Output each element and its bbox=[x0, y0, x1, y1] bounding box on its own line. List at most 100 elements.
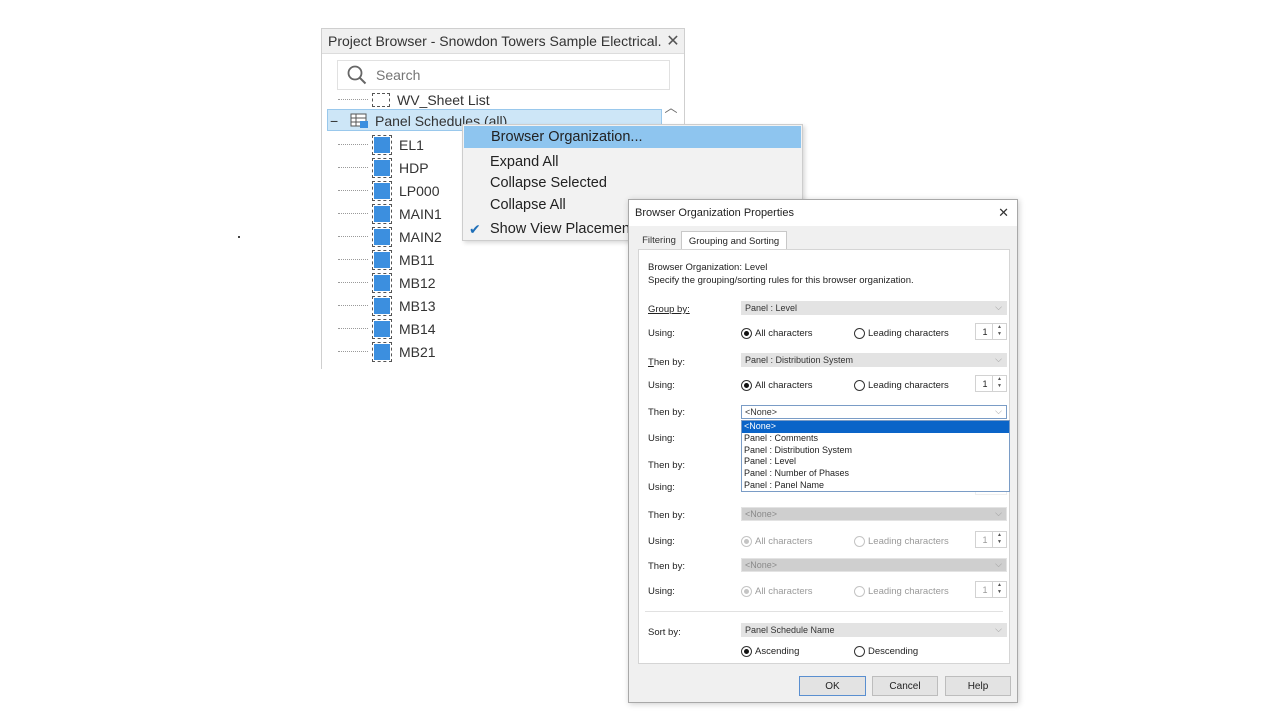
tab-grouping-and-sorting[interactable]: Grouping and Sorting bbox=[681, 231, 787, 250]
dropdown-option[interactable]: <None> bbox=[742, 421, 1009, 433]
tree-item-label: MB13 bbox=[399, 298, 436, 314]
tree-item[interactable]: MB13 bbox=[322, 295, 436, 317]
panel-schedule-icon bbox=[372, 342, 392, 362]
combo-value: Panel : Level bbox=[745, 303, 798, 313]
project-browser-titlebar: Project Browser - Snowdon Towers Sample … bbox=[322, 29, 684, 54]
panel-schedule-icon bbox=[372, 250, 392, 270]
search-box[interactable] bbox=[337, 60, 670, 90]
combo-value: Panel : Distribution System bbox=[745, 355, 854, 365]
then-by-combo-2[interactable]: <None> ⌵ bbox=[741, 405, 1007, 419]
radio-label: Leading characters bbox=[868, 586, 949, 597]
tree-item[interactable]: MAIN1 bbox=[322, 203, 442, 225]
tree-connector bbox=[338, 143, 368, 145]
tree-item-label: LP000 bbox=[399, 183, 440, 199]
panel-schedule-icon bbox=[372, 135, 392, 155]
using-label: Using: bbox=[648, 586, 675, 597]
leading-chars-stepper[interactable]: 1 ▲ ▼ bbox=[975, 581, 1007, 598]
radio-leading-characters[interactable]: Leading characters bbox=[854, 380, 949, 391]
then-by-label: Then by: bbox=[648, 561, 685, 572]
tree-item[interactable]: LP000 bbox=[322, 180, 439, 202]
then-by-combo-5[interactable]: <None> ⌵ bbox=[741, 558, 1007, 572]
radio-label: Descending bbox=[868, 646, 919, 657]
radio-all-characters[interactable]: All characters bbox=[741, 328, 813, 339]
radio-label: Leading characters bbox=[868, 328, 949, 339]
radio-leading-characters[interactable]: Leading characters bbox=[854, 586, 949, 597]
search-input[interactable] bbox=[374, 66, 628, 84]
menu-item-expand-all[interactable]: Expand All bbox=[463, 151, 802, 173]
then-by-combo-4[interactable]: <None> ⌵ bbox=[741, 507, 1007, 521]
leading-chars-stepper[interactable]: 1 ▲ ▼ bbox=[975, 531, 1007, 548]
dialog-titlebar: Browser Organization Properties ✕ bbox=[629, 200, 1017, 226]
then-by-label: Then by: bbox=[648, 357, 685, 368]
chevron-down-icon: ⌵ bbox=[995, 354, 1002, 364]
sort-by-label: Sort by: bbox=[648, 627, 681, 638]
panel-schedule-icon bbox=[372, 296, 392, 316]
dropdown-option[interactable]: Panel : Level bbox=[742, 456, 1009, 468]
tree-item-label: EL1 bbox=[399, 137, 424, 153]
stepper-arrows-icon[interactable]: ▲ ▼ bbox=[992, 376, 1006, 391]
tree-item[interactable]: HDP bbox=[322, 157, 429, 179]
tree-item-label: MB14 bbox=[399, 321, 436, 337]
combo-value: Panel Schedule Name bbox=[745, 625, 835, 635]
radio-label: All characters bbox=[755, 536, 813, 547]
panel-schedule-icon bbox=[372, 227, 392, 247]
radio-label: Leading characters bbox=[868, 380, 949, 391]
tree-item[interactable]: MAIN2 bbox=[322, 226, 442, 248]
grouping-sorting-panel: Browser Organization: Level Specify the … bbox=[638, 249, 1010, 664]
group-by-combo[interactable]: Panel : Level ⌵ bbox=[741, 301, 1007, 315]
tree-connector bbox=[338, 98, 368, 100]
sort-by-combo[interactable]: Panel Schedule Name ⌵ bbox=[741, 623, 1007, 637]
stepper-arrows-icon[interactable]: ▲ ▼ bbox=[992, 582, 1006, 597]
tree-connector bbox=[338, 166, 368, 168]
tree-connector bbox=[338, 350, 368, 352]
menu-item-browser-organization[interactable]: Browser Organization... bbox=[464, 126, 801, 148]
tree-item-label: HDP bbox=[399, 160, 429, 176]
dropdown-option[interactable]: Panel : Distribution System bbox=[742, 445, 1009, 457]
scroll-up-icon[interactable]: ︿ bbox=[662, 97, 680, 117]
tree-item[interactable]: MB14 bbox=[322, 318, 436, 340]
stepper-arrows-icon[interactable]: ▲ ▼ bbox=[992, 532, 1006, 547]
radio-all-characters[interactable]: All characters bbox=[741, 586, 813, 597]
close-icon[interactable]: ✕ bbox=[662, 31, 684, 51]
stray-dot bbox=[238, 236, 240, 238]
radio-all-characters[interactable]: All characters bbox=[741, 536, 813, 547]
using-label: Using: bbox=[648, 380, 675, 391]
collapse-toggle-icon[interactable]: − bbox=[330, 113, 344, 129]
dropdown-option[interactable]: Panel : Number of Phases bbox=[742, 468, 1009, 480]
close-icon[interactable]: ✕ bbox=[998, 205, 1009, 221]
tree-connector bbox=[338, 189, 368, 191]
menu-item-label: Browser Organization... bbox=[491, 129, 643, 145]
menu-item-label: Collapse All bbox=[490, 197, 566, 213]
radio-leading-characters[interactable]: Leading characters bbox=[854, 328, 949, 339]
leading-chars-stepper[interactable]: 1 ▲ ▼ bbox=[975, 323, 1007, 340]
search-icon bbox=[347, 65, 367, 85]
help-button[interactable]: Help bbox=[945, 676, 1011, 696]
tree-item[interactable]: MB21 bbox=[322, 341, 436, 363]
ok-button[interactable]: OK bbox=[799, 676, 866, 696]
tree-item[interactable]: EL1 bbox=[322, 134, 424, 156]
tree-item[interactable]: MB11 bbox=[322, 249, 435, 271]
menu-item-label: Expand All bbox=[490, 154, 559, 170]
tree-connector bbox=[338, 281, 368, 283]
dropdown-option[interactable]: Panel : Comments bbox=[742, 433, 1009, 445]
tab-filtering[interactable]: Filtering bbox=[638, 233, 680, 248]
tree-item-sheet-list[interactable]: WV_Sheet List bbox=[322, 89, 490, 111]
tree-connector bbox=[338, 212, 368, 214]
leading-chars-stepper[interactable]: 1 ▲ ▼ bbox=[975, 375, 1007, 392]
group-by-label: Group by: bbox=[648, 304, 690, 315]
cancel-button[interactable]: Cancel bbox=[872, 676, 938, 696]
dropdown-option[interactable]: Panel : Panel Name bbox=[742, 480, 1009, 492]
then-by-combo-1[interactable]: Panel : Distribution System ⌵ bbox=[741, 353, 1007, 367]
tree-item[interactable]: MB12 bbox=[322, 272, 436, 294]
radio-leading-characters[interactable]: Leading characters bbox=[854, 536, 949, 547]
stepper-arrows-icon[interactable]: ▲ ▼ bbox=[992, 324, 1006, 339]
chevron-down-icon: ⌵ bbox=[995, 302, 1002, 312]
tree-item-label: MB21 bbox=[399, 344, 436, 360]
radio-descending[interactable]: Descending bbox=[854, 646, 918, 657]
combo-value: <None> bbox=[745, 407, 778, 417]
combo-value: <None> bbox=[745, 560, 778, 570]
menu-item-collapse-selected[interactable]: Collapse Selected bbox=[463, 172, 802, 194]
chevron-down-icon: ⌵ bbox=[995, 508, 1002, 518]
radio-ascending[interactable]: Ascending bbox=[741, 646, 799, 657]
radio-all-characters[interactable]: All characters bbox=[741, 380, 813, 391]
